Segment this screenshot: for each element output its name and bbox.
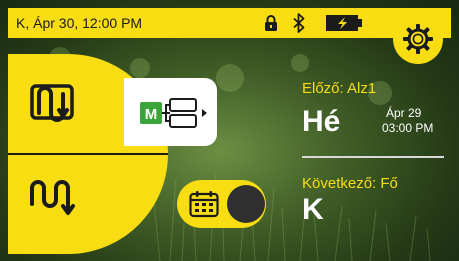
module-badge: M — [145, 106, 158, 123]
toggle-knob — [227, 185, 265, 223]
next-day: K — [302, 193, 324, 226]
previous-label: Előző: Alz1 — [302, 80, 377, 97]
previous-time: 03:00 PM — [382, 121, 434, 135]
bluetooth-icon — [293, 13, 305, 33]
module-button[interactable]: M — [124, 78, 217, 146]
module-icon: M — [140, 98, 207, 128]
previous-day: Hé — [302, 105, 341, 138]
divider — [302, 156, 444, 158]
status-bar: K, Ápr 30, 12:00 PM — [8, 8, 451, 38]
previous-date: Ápr 29 — [386, 106, 422, 120]
screen: K, Ápr 30, 12:00 PM M Előző: Alz1 Hé Ápr… — [0, 0, 459, 261]
next-label: Következő: Fő — [302, 175, 398, 192]
settings-button[interactable] — [393, 14, 443, 64]
schedule-toggle[interactable] — [177, 180, 266, 228]
calendar-icon — [189, 191, 219, 218]
wave-mode-button[interactable] — [8, 155, 168, 254]
gear-icon — [403, 24, 433, 54]
battery-charging-icon — [326, 15, 362, 31]
status-datetime: K, Ápr 30, 12:00 PM — [16, 15, 143, 31]
lock-icon — [265, 15, 277, 31]
